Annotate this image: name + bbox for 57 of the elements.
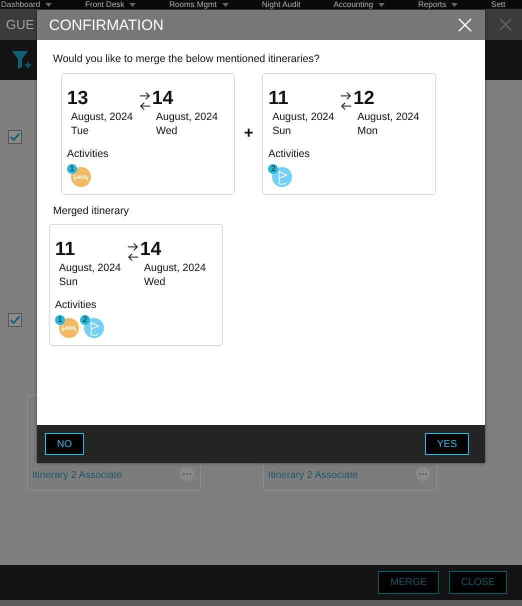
menu-item[interactable]: Sett	[491, 0, 506, 9]
dialog-title: CONFIRMATION	[49, 16, 164, 34]
caret-icon	[222, 2, 229, 6]
caret-icon	[129, 2, 136, 6]
plus-sign: +	[243, 125, 254, 143]
bed-icon	[71, 167, 91, 187]
flag-icon	[272, 167, 292, 187]
window-title: GUE	[6, 17, 34, 32]
menu-item[interactable]: Rooms Mgmt	[169, 0, 217, 9]
merged-label: Merged itinerary	[53, 205, 129, 217]
weekday: Sun	[58, 275, 79, 289]
no-button[interactable]: NO	[45, 433, 84, 455]
swap-arrows-icon	[340, 91, 352, 111]
caret-icon	[378, 2, 386, 6]
caret-icon	[45, 2, 52, 6]
menu-item[interactable]: Front Desk	[85, 0, 124, 9]
month-year: August, 2024	[356, 110, 420, 124]
count-badge: 2	[80, 315, 90, 325]
day-number: 14	[140, 239, 162, 261]
menu-item[interactable]: Night Audit	[262, 0, 301, 9]
month-year: August, 2024	[155, 110, 219, 124]
yes-button[interactable]: YES	[424, 433, 469, 455]
activities-label: Activities	[55, 299, 98, 311]
month-year: August, 2024	[70, 110, 134, 124]
activities-label: Activities	[67, 148, 110, 160]
day-number: 13	[67, 88, 90, 110]
weekday: Wed	[143, 275, 166, 289]
checkbox[interactable]	[8, 313, 22, 327]
month-year: August, 2024	[143, 261, 207, 275]
weekday: Wed	[155, 124, 178, 138]
day-number: 11	[268, 88, 290, 110]
month-year: August, 2024	[58, 261, 122, 275]
flag-icon	[84, 318, 104, 338]
weekday: Tue	[70, 124, 90, 138]
more-button[interactable]	[180, 467, 194, 481]
menu-item[interactable]: Accounting	[334, 0, 374, 9]
caret-icon	[451, 2, 458, 6]
count-badge: 2	[268, 164, 278, 174]
month-year: August, 2024	[271, 110, 336, 124]
swap-arrows-icon	[127, 242, 139, 262]
menu-item[interactable]: Dashboard	[1, 0, 40, 9]
menu-item[interactable]: Reports	[418, 0, 446, 9]
more-button[interactable]	[416, 467, 430, 481]
question-text: Would you like to merge the below mentioned itineraries?	[53, 53, 320, 65]
activities-label: Activities	[268, 148, 311, 160]
count-badge: 1	[67, 164, 77, 174]
filter-icon[interactable]	[11, 49, 31, 71]
day-number: 12	[353, 88, 376, 110]
day-number: 14	[152, 88, 174, 110]
count-badge: 1	[55, 315, 65, 325]
weekday: Sun	[271, 124, 292, 138]
day-number: 11	[55, 239, 76, 261]
bed-icon	[59, 318, 79, 338]
checkbox[interactable]	[8, 130, 22, 144]
close-icon[interactable]	[499, 18, 512, 31]
weekday: Mon	[356, 124, 379, 138]
swap-arrows-icon	[139, 91, 151, 111]
